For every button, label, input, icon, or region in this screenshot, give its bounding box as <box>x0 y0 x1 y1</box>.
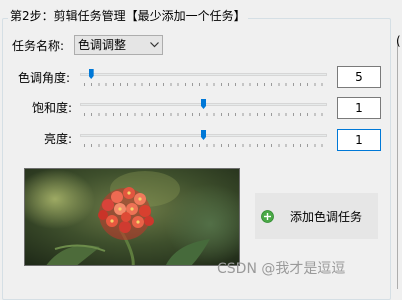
saturation-value-field[interactable]: 1 <box>337 97 381 119</box>
right-panel-title-fragment: ( <box>396 34 401 48</box>
right-panel-edge <box>397 42 398 289</box>
add-hue-task-button[interactable]: 添加色调任务 <box>255 193 378 239</box>
chevron-down-icon <box>150 42 159 48</box>
watermark: CSDN @我才是逗逗 <box>217 261 346 277</box>
saturation-slider-thumb[interactable] <box>201 99 206 109</box>
hue-slider-thumb[interactable] <box>88 69 94 79</box>
brightness-label: 亮度: <box>44 132 73 146</box>
task-name-selected: 色调调整 <box>78 38 127 52</box>
brightness-slider[interactable] <box>80 130 327 152</box>
hue-value-field[interactable]: 5 <box>337 66 381 88</box>
add-hue-task-label: 添加色调任务 <box>290 210 363 224</box>
saturation-slider-ticks <box>84 113 325 116</box>
saturation-label: 饱和度: <box>32 101 73 115</box>
brightness-slider-thumb[interactable] <box>201 130 206 140</box>
preview-image <box>24 168 240 266</box>
brightness-slider-ticks <box>84 144 325 147</box>
task-name-dropdown[interactable]: 色调调整 <box>74 35 163 55</box>
saturation-slider[interactable] <box>80 99 327 121</box>
task-name-label: 任务名称: <box>12 39 65 53</box>
flower-photo <box>25 169 239 265</box>
hue-slider-ticks <box>84 83 325 86</box>
group-title: 第2步：剪辑任务管理【最少添加一个任务】 <box>8 8 248 24</box>
plus-circle-icon <box>261 210 274 223</box>
hue-slider[interactable] <box>80 69 327 91</box>
hue-slider-track <box>80 73 327 76</box>
brightness-value-field[interactable]: 1 <box>337 129 381 151</box>
hue-label: 色调角度: <box>18 71 71 85</box>
